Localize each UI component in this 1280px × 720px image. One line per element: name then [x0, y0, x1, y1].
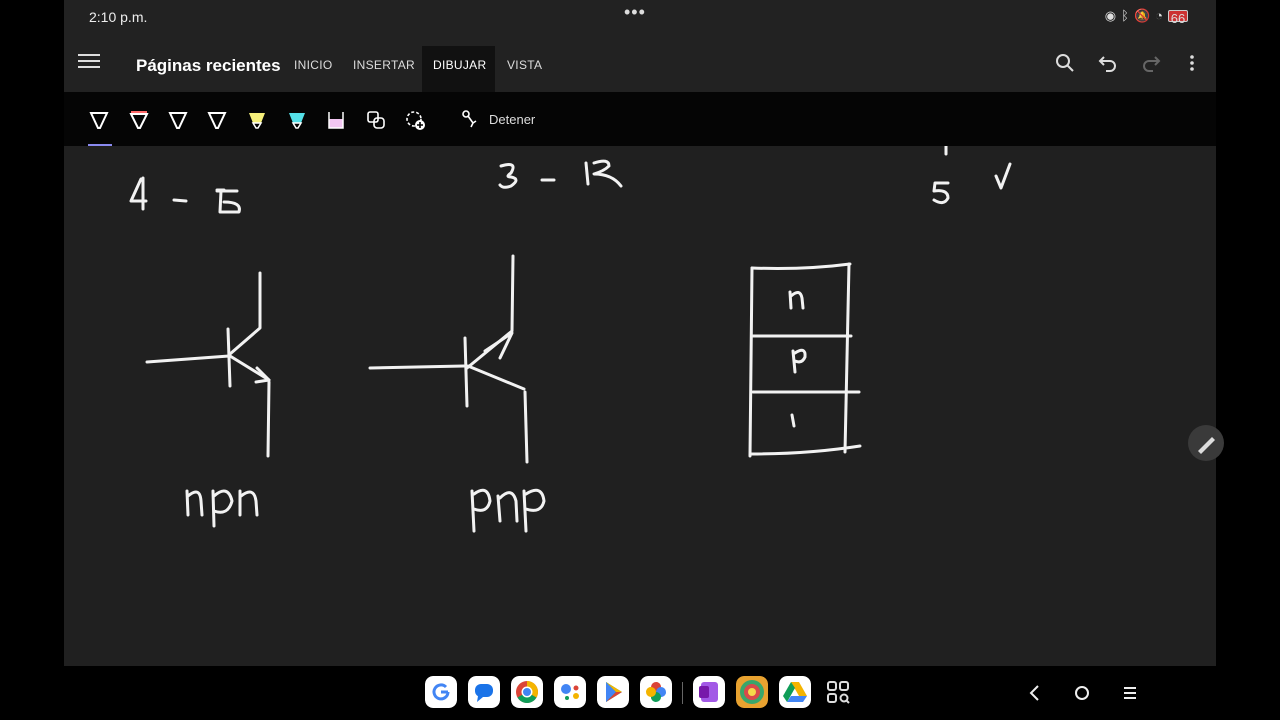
- assistant-app-icon[interactable]: [554, 676, 586, 708]
- highlighter-yellow-icon[interactable]: [246, 109, 268, 131]
- status-bar: 2:10 p.m. ••• ◉ ᛒ 🔕 ◔ 66: [64, 0, 1216, 34]
- overflow-menu-icon[interactable]: [1181, 52, 1203, 74]
- stop-ink-icon[interactable]: [459, 108, 481, 130]
- system-dock: [64, 666, 1216, 720]
- ink-check: [932, 146, 1012, 205]
- draw-pen-fab-icon[interactable]: [1188, 425, 1224, 461]
- stop-button[interactable]: Detener: [489, 112, 535, 127]
- back-nav-icon[interactable]: [1022, 680, 1048, 706]
- app-header: Páginas recientes INICIO INSERTAR DIBUJA…: [64, 34, 1216, 92]
- photos-app-icon[interactable]: [640, 676, 672, 708]
- home-nav-icon[interactable]: [1069, 680, 1095, 706]
- highlighter-cyan-icon[interactable]: [286, 109, 308, 131]
- page-title: Páginas recientes: [136, 56, 281, 75]
- pen-white-2-icon[interactable]: [167, 109, 189, 131]
- lasso-add-icon[interactable]: [404, 109, 426, 131]
- ink-range-b: [498, 159, 623, 189]
- tab-insertar[interactable]: INSERTAR: [353, 58, 415, 72]
- chrome-app-icon[interactable]: [511, 676, 543, 708]
- wifi-icon: ◔: [1155, 8, 1163, 23]
- more-dots-icon[interactable]: •••: [624, 2, 646, 23]
- pen-white-3-icon[interactable]: [206, 109, 228, 131]
- mute-icon: 🔕: [1133, 8, 1151, 23]
- google-app-icon[interactable]: [425, 676, 457, 708]
- drive-app-icon[interactable]: [779, 676, 811, 708]
- hamburger-menu-icon[interactable]: [78, 50, 100, 74]
- system-icons: ◉ ᛒ 🔕 ◔ 66: [1104, 8, 1188, 26]
- pen-white-icon[interactable]: [88, 109, 110, 131]
- undo-icon[interactable]: [1097, 52, 1119, 74]
- tab-vista[interactable]: VISTA: [507, 58, 542, 72]
- search-icon[interactable]: [1054, 52, 1076, 74]
- tab-inicio[interactable]: INICIO: [294, 58, 332, 72]
- recents-nav-icon[interactable]: [1117, 680, 1143, 706]
- dock-divider: [682, 682, 683, 704]
- messages-app-icon[interactable]: [468, 676, 500, 708]
- pnp-transistor-drawing: [368, 254, 546, 533]
- record-icon: ◉: [1104, 8, 1117, 23]
- draw-toolbar: Detener: [64, 92, 1216, 146]
- pen-red-icon[interactable]: [128, 109, 150, 131]
- app-drawer-icon[interactable]: [822, 676, 854, 708]
- semiconductor-layer-stack: [748, 262, 862, 458]
- tab-dibujar[interactable]: DIBUJAR: [433, 58, 486, 72]
- npn-transistor-drawing: [145, 271, 271, 528]
- highlighter-pink-icon[interactable]: [325, 109, 347, 131]
- tablet-screen: 2:10 p.m. ••• ◉ ᛒ 🔕 ◔ 66 Páginas recient…: [64, 0, 1224, 720]
- battery-icon: 66: [1168, 10, 1188, 26]
- status-time: 2:10 p.m.: [89, 9, 148, 25]
- shapes-icon[interactable]: [365, 109, 387, 131]
- handwritten-ink: [129, 146, 1012, 533]
- redo-icon[interactable]: [1140, 52, 1162, 74]
- note-canvas[interactable]: [64, 146, 1224, 666]
- bluetooth-icon: ᛒ: [1121, 8, 1129, 23]
- ink-range-a: [129, 176, 241, 214]
- onenote-app-icon[interactable]: [693, 676, 725, 708]
- colorful-app-icon[interactable]: [736, 676, 768, 708]
- play-store-app-icon[interactable]: [597, 676, 629, 708]
